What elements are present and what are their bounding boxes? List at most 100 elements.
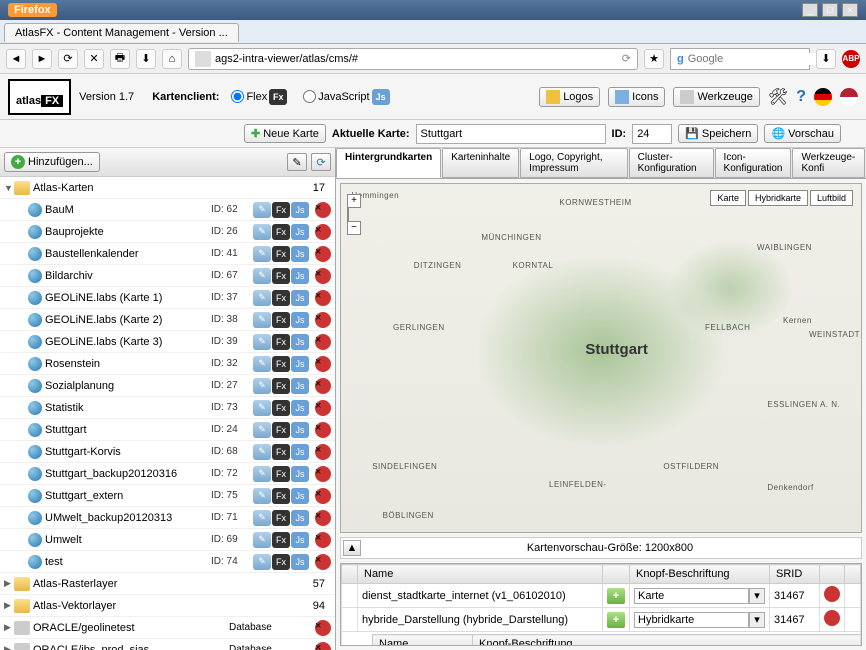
delete-icon[interactable]: × bbox=[315, 312, 331, 328]
js-icon[interactable]: Js bbox=[291, 378, 309, 394]
logos-button[interactable]: Logos bbox=[539, 87, 600, 107]
zoom-in-button[interactable]: + bbox=[347, 194, 361, 208]
fx-icon[interactable]: Fx bbox=[272, 488, 290, 504]
edit-icon[interactable]: ✎ bbox=[253, 554, 271, 570]
edit-icon[interactable]: ✎ bbox=[253, 312, 271, 328]
tree-item[interactable]: Stuttgart-KorvisID: 68✎FxJs× bbox=[0, 441, 335, 463]
js-icon[interactable]: Js bbox=[291, 268, 309, 284]
dropdown-icon[interactable]: ▾ bbox=[749, 612, 765, 628]
tree-vektor[interactable]: ▶ Atlas-Vektorlayer 94 bbox=[0, 595, 335, 617]
search-input[interactable] bbox=[688, 53, 830, 65]
map-preview[interactable]: Stuttgart KORNWESTHEIM Hemmingen MÜNCHIN… bbox=[340, 183, 862, 533]
fx-icon[interactable]: Fx bbox=[272, 334, 290, 350]
tree-item[interactable]: SozialplanungID: 27✎FxJs× bbox=[0, 375, 335, 397]
delete-icon[interactable]: × bbox=[315, 466, 331, 482]
help-icon[interactable]: ? bbox=[796, 88, 806, 106]
fx-icon[interactable]: Fx bbox=[272, 400, 290, 416]
url-bar[interactable]: ags2-intra-viewer/atlas/cms/# ⟳ bbox=[188, 48, 638, 70]
back-button[interactable]: ◄ bbox=[6, 49, 26, 69]
fx-icon[interactable]: Fx bbox=[272, 444, 290, 460]
add-icon[interactable]: + bbox=[607, 612, 625, 628]
fx-icon[interactable]: Fx bbox=[272, 246, 290, 262]
edit-icon[interactable]: ✎ bbox=[253, 290, 271, 306]
fx-icon[interactable]: Fx bbox=[272, 268, 290, 284]
delete-icon[interactable]: × bbox=[315, 422, 331, 438]
tree-item[interactable]: UmweltID: 69✎FxJs× bbox=[0, 529, 335, 551]
js-icon[interactable]: Js bbox=[291, 202, 309, 218]
delete-icon[interactable]: × bbox=[315, 400, 331, 416]
js-icon[interactable]: Js bbox=[291, 356, 309, 372]
js-icon[interactable]: Js bbox=[291, 290, 309, 306]
edit-icon[interactable]: ✎ bbox=[253, 466, 271, 482]
edit-icon[interactable]: ✎ bbox=[253, 532, 271, 548]
fx-icon[interactable]: Fx bbox=[272, 510, 290, 526]
maptype-hybrid[interactable]: Hybridkarte bbox=[748, 190, 808, 206]
fx-icon[interactable]: Fx bbox=[272, 202, 290, 218]
tab-hintergrundkarten[interactable]: Hintergrundkarten bbox=[336, 148, 441, 178]
tree-item[interactable]: Stuttgart_backup20120316ID: 72✎FxJs× bbox=[0, 463, 335, 485]
tree-item[interactable]: GEOLiNE.labs (Karte 1)ID: 37✎FxJs× bbox=[0, 287, 335, 309]
icons-button[interactable]: Icons bbox=[608, 87, 665, 107]
maximize-button[interactable]: □ bbox=[822, 3, 838, 17]
reload-button[interactable]: ⟳ bbox=[58, 49, 78, 69]
refresh-icon[interactable]: ⟳ bbox=[311, 153, 331, 171]
delete-icon[interactable] bbox=[824, 586, 840, 602]
col-name[interactable]: Name bbox=[358, 565, 603, 584]
firefox-button[interactable]: Firefox bbox=[8, 3, 57, 17]
edit-icon[interactable]: ✎ bbox=[253, 378, 271, 394]
tree-item[interactable]: Stuttgart_externID: 75✎FxJs× bbox=[0, 485, 335, 507]
vorschau-button[interactable]: 🌐Vorschau bbox=[764, 124, 841, 143]
reload-icon[interactable]: ⟳ bbox=[622, 52, 631, 65]
js-icon[interactable]: Js bbox=[291, 510, 309, 526]
collapse-up-icon[interactable]: ▲ bbox=[343, 540, 361, 556]
delete-icon[interactable]: × bbox=[315, 268, 331, 284]
stop-button[interactable]: ✕ bbox=[84, 49, 104, 69]
fx-icon[interactable]: Fx bbox=[272, 378, 290, 394]
id-input[interactable] bbox=[632, 124, 672, 144]
tree-raster[interactable]: ▶ Atlas-Rasterlayer 57 bbox=[0, 573, 335, 595]
werkzeuge-button[interactable]: Werkzeuge bbox=[673, 87, 759, 107]
home-button[interactable]: ⌂ bbox=[162, 49, 182, 69]
js-icon[interactable]: Js bbox=[291, 466, 309, 482]
js-icon[interactable]: Js bbox=[291, 554, 309, 570]
fx-icon[interactable]: Fx bbox=[272, 224, 290, 240]
edit-icon[interactable]: ✎ bbox=[287, 153, 307, 171]
delete-icon[interactable]: × bbox=[315, 554, 331, 570]
minimize-button[interactable]: _ bbox=[802, 3, 818, 17]
js-icon[interactable]: Js bbox=[291, 400, 309, 416]
delete-icon[interactable]: × bbox=[315, 488, 331, 504]
fx-icon[interactable]: Fx bbox=[272, 312, 290, 328]
speichern-button[interactable]: 💾Speichern bbox=[678, 124, 758, 143]
js-icon[interactable]: Js bbox=[291, 246, 309, 262]
edit-icon[interactable]: ✎ bbox=[253, 444, 271, 460]
maptype-karte[interactable]: Karte bbox=[710, 190, 746, 206]
tree-item[interactable]: StuttgartID: 24✎FxJs× bbox=[0, 419, 335, 441]
tree-item[interactable]: StatistikID: 73✎FxJs× bbox=[0, 397, 335, 419]
fx-icon[interactable]: Fx bbox=[272, 422, 290, 438]
js-icon[interactable]: Js bbox=[291, 334, 309, 350]
forward-button[interactable]: ► bbox=[32, 49, 52, 69]
delete-icon[interactable]: × bbox=[315, 444, 331, 460]
fx-icon[interactable]: Fx bbox=[272, 290, 290, 306]
col-knopf[interactable]: Knopf-Beschriftung bbox=[630, 565, 770, 584]
fx-icon[interactable]: Fx bbox=[272, 466, 290, 482]
edit-icon[interactable]: ✎ bbox=[253, 510, 271, 526]
hinzufuegen-button[interactable]: +Hinzufügen... bbox=[4, 152, 100, 172]
fx-icon[interactable]: Fx bbox=[272, 356, 290, 372]
tools-icon[interactable]: 🛠 bbox=[768, 87, 788, 107]
edit-icon[interactable]: ✎ bbox=[253, 246, 271, 262]
zoom-out-button[interactable]: − bbox=[347, 221, 361, 235]
dropdown-icon[interactable]: ▾ bbox=[749, 588, 765, 604]
delete-icon[interactable]: × bbox=[315, 620, 331, 636]
edit-icon[interactable]: ✎ bbox=[253, 268, 271, 284]
js-radio[interactable]: JavaScript Js bbox=[303, 89, 389, 105]
delete-icon[interactable] bbox=[824, 610, 840, 626]
tree-root-atlas-karten[interactable]: ▼ Atlas-Karten 17 bbox=[0, 177, 335, 199]
flag-us-icon[interactable] bbox=[840, 88, 858, 106]
knopf-input[interactable] bbox=[634, 612, 749, 628]
delete-icon[interactable]: × bbox=[315, 334, 331, 350]
delete-icon[interactable]: × bbox=[315, 532, 331, 548]
maptype-luft[interactable]: Luftbild bbox=[810, 190, 853, 206]
delete-icon[interactable]: × bbox=[315, 356, 331, 372]
download-button[interactable]: ⬇ bbox=[136, 49, 156, 69]
